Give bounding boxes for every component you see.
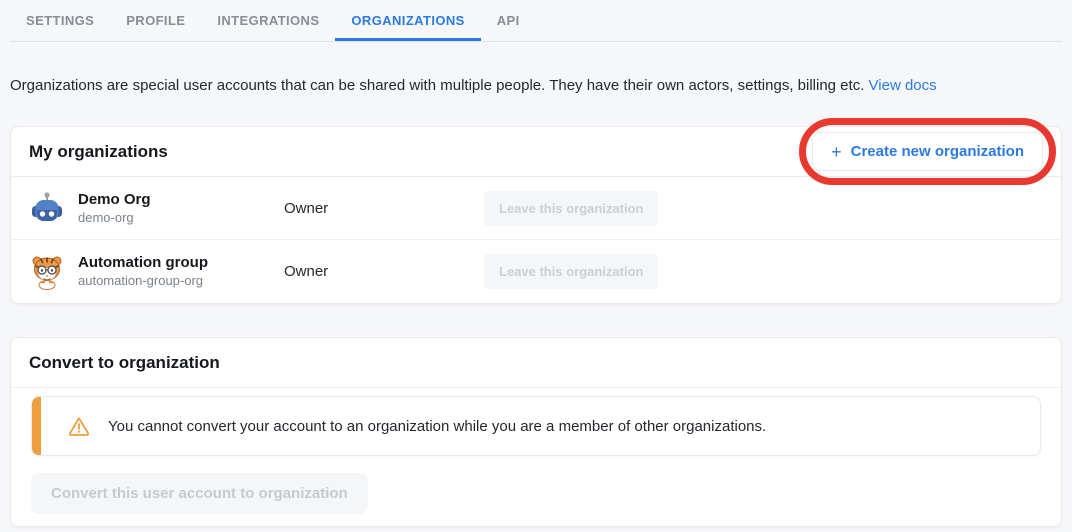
leave-organization-button[interactable]: Leave this organization (484, 191, 658, 226)
organizations-intro-text: Organizations are special user accounts … (10, 77, 864, 94)
warning-triangle-icon (67, 414, 91, 438)
org-identity: Automation group automation-group-org (29, 254, 284, 290)
convert-to-organization-card: Convert to organization You cannot conve… (10, 337, 1062, 527)
org-name: Demo Org (78, 191, 151, 209)
tiger-avatar-icon (29, 254, 65, 290)
org-name: Automation group (78, 254, 208, 272)
warning-content: You cannot convert your account to an or… (41, 397, 782, 455)
organizations-intro: Organizations are special user accounts … (10, 76, 1062, 96)
org-slug: automation-group-org (78, 273, 208, 289)
robot-avatar-icon (29, 190, 65, 226)
warning-banner: You cannot convert your account to an or… (31, 396, 1041, 456)
tab-api[interactable]: API (481, 0, 536, 41)
org-role: Owner (284, 263, 484, 280)
convert-body: You cannot convert your account to an or… (11, 388, 1061, 526)
create-new-organization-label: Create new organization (851, 143, 1024, 160)
plus-icon: + (831, 145, 842, 159)
leave-organization-button[interactable]: Leave this organization (484, 254, 658, 289)
convert-title: Convert to organization (29, 353, 220, 373)
convert-account-button[interactable]: Convert this user account to organizatio… (31, 473, 368, 514)
org-row-automation-group: Automation group automation-group-org Ow… (11, 240, 1061, 303)
warning-accent-bar (32, 397, 41, 455)
settings-tab-bar: SETTINGS PROFILE INTEGRATIONS ORGANIZATI… (10, 0, 1062, 42)
org-row-demo-org: Demo Org demo-org Owner Leave this organ… (11, 177, 1061, 240)
tab-settings[interactable]: SETTINGS (10, 0, 110, 41)
tab-integrations[interactable]: INTEGRATIONS (201, 0, 335, 41)
org-identity: Demo Org demo-org (29, 190, 284, 226)
tab-profile[interactable]: PROFILE (110, 0, 201, 41)
warning-text: You cannot convert your account to an or… (108, 418, 766, 435)
create-new-organization-button[interactable]: + Create new organization (812, 132, 1043, 171)
my-organizations-header: My organizations + Create new organizati… (11, 127, 1061, 177)
my-organizations-title: My organizations (29, 142, 168, 162)
view-docs-link[interactable]: View docs (869, 77, 937, 94)
create-organization-wrapper: + Create new organization (812, 132, 1043, 171)
org-slug: demo-org (78, 210, 151, 226)
org-role: Owner (284, 200, 484, 217)
org-name-block: Demo Org demo-org (78, 191, 151, 226)
org-name-block: Automation group automation-group-org (78, 254, 208, 289)
my-organizations-card: My organizations + Create new organizati… (10, 126, 1062, 304)
tab-organizations[interactable]: ORGANIZATIONS (335, 0, 480, 41)
convert-header: Convert to organization (11, 338, 1061, 388)
